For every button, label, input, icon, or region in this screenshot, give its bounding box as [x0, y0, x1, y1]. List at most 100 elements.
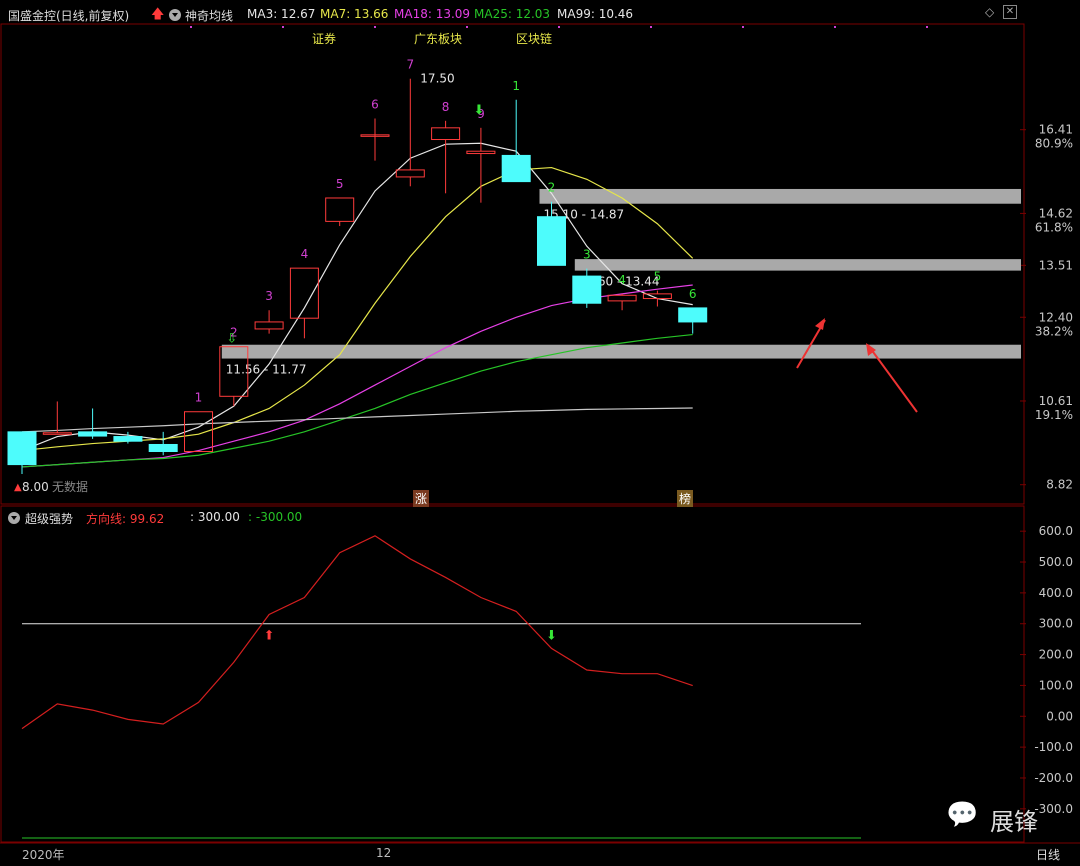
candle-body	[7, 431, 37, 466]
count-label: 6	[371, 97, 379, 111]
ma99-line	[21, 407, 693, 433]
annotation-arrowhead	[815, 318, 825, 330]
chart-window: 16.41 80.9% 14.62 61.8% 13.51 12.40 38.2% 10.61…	[0, 0, 1080, 866]
high-price-label: 17.50	[420, 72, 454, 86]
direction-line	[21, 535, 693, 730]
indicator-menu-button[interactable]	[169, 9, 181, 21]
y-axis-price-label: 16.41	[1039, 123, 1073, 137]
candle-body	[572, 275, 602, 304]
count-label: 3	[583, 248, 591, 262]
count-label: 1	[512, 79, 520, 93]
ma25-value: MA25: 12.03	[474, 7, 551, 21]
candle-body	[289, 267, 319, 319]
y-axis-percent-label: 38.2%	[1035, 324, 1073, 338]
count-label: 7	[406, 58, 414, 72]
y-axis-price-label: 10.61	[1039, 394, 1073, 408]
candle-body	[325, 197, 355, 222]
stock-title[interactable]: 国盛金控(日线,前复权)	[8, 7, 129, 24]
count-label: 4	[618, 273, 626, 287]
tag-marker-dot	[282, 26, 284, 28]
sub-y-axis-label: 500.0	[1039, 555, 1073, 569]
period-button[interactable]: 日线	[1036, 846, 1060, 863]
ma3-value: MA3: 12.67	[247, 7, 316, 21]
candle-body	[431, 127, 461, 141]
y-axis-percent-label: 19.1%	[1035, 408, 1073, 422]
bang-badge[interactable]: 榜	[677, 490, 694, 507]
tag-guangdong[interactable]: 广东板块	[414, 30, 462, 47]
count-label: 6	[689, 287, 697, 301]
candle-body	[78, 431, 108, 437]
buy-arrow-icon: ⇩	[226, 332, 237, 347]
zone-range-label: 11.56 - 11.77	[226, 363, 307, 377]
month-label: 12	[376, 846, 392, 860]
y-axis-percent-label: 61.8%	[1035, 220, 1073, 234]
tag-marker-dot	[650, 26, 652, 28]
y-axis-price-label: 13.51	[1039, 258, 1073, 272]
candle-body	[42, 432, 72, 435]
y-axis-price-label: 12.40	[1039, 310, 1073, 324]
start-price-label: 8.00	[22, 480, 49, 494]
sub-y-axis-label: 300.0	[1039, 617, 1073, 631]
tag-marker-dot	[834, 26, 836, 28]
ma99-value: MA99: 10.46	[557, 7, 634, 21]
candle-body	[678, 307, 708, 323]
sub-y-axis-label: -100.0	[1034, 740, 1073, 754]
candle-body	[395, 169, 425, 178]
tag-securities[interactable]: 证券	[312, 30, 336, 47]
tag-marker-dot	[558, 26, 560, 28]
sub-indicator-menu-button[interactable]	[8, 512, 20, 524]
count-label: 2	[548, 181, 556, 195]
sub-y-axis-label: 100.0	[1039, 678, 1073, 692]
level-high-value: : 300.00	[190, 510, 240, 524]
sub-y-axis-label: 400.0	[1039, 586, 1073, 600]
resistance-zone-bar	[539, 188, 1021, 204]
sub-panel-frame	[0, 505, 1025, 843]
count-label: 5	[336, 177, 344, 191]
sub-y-axis-label: 600.0	[1039, 524, 1073, 538]
level-low-value: : -300.00	[248, 510, 303, 524]
sub-y-axis-label: -200.0	[1034, 771, 1073, 785]
candle-body	[537, 216, 566, 266]
candle-body	[113, 436, 143, 442]
direction-up-arrow-icon: ⬆	[264, 629, 275, 644]
diamond-icon[interactable]: ◇	[985, 5, 994, 19]
sell-arrow-icon: ⬇	[473, 103, 484, 118]
sub-y-axis-label: 0.00	[1046, 709, 1073, 723]
close-icon[interactable]: ✕	[1003, 5, 1017, 19]
direction-line-value: 方向线: 99.62	[86, 512, 165, 526]
ma18-value: MA18: 13.09	[394, 7, 471, 21]
ma7-value: MA7: 13.66	[320, 7, 389, 21]
y-axis-price-label: 8.82	[1046, 478, 1073, 492]
tag-marker-dot	[742, 26, 744, 28]
candle-body	[466, 150, 496, 155]
tag-marker-dot	[926, 26, 928, 28]
no-data-label: 无数据	[52, 480, 89, 494]
resistance-zone-bar	[574, 259, 1021, 271]
watermark-text: 展锋	[990, 808, 1038, 836]
year-label: 2020年	[22, 848, 65, 862]
start-marker-icon: ▲	[14, 482, 22, 493]
count-label: 4	[301, 247, 309, 261]
count-label: 8	[442, 100, 450, 114]
y-axis-percent-label: 80.9%	[1035, 137, 1073, 151]
sub-y-axis-label: -300.0	[1034, 802, 1073, 816]
wechat-icon: 💬	[946, 800, 979, 830]
count-label: 3	[265, 289, 273, 303]
count-label: 1	[195, 391, 203, 405]
tag-marker-dot	[190, 26, 192, 28]
sub-indicator-name[interactable]: 超级强势	[25, 510, 73, 527]
sub-y-axis-label: 200.0	[1039, 648, 1073, 662]
candle-body	[148, 443, 178, 452]
direction-down-arrow-icon: ⬇	[546, 629, 557, 644]
candlestick-chart: 16.4180.9% 14.6261.8% 13.51 12.4038.2% 10.61…	[0, 23, 1080, 844]
count-label: 5	[654, 270, 662, 284]
tag-blockchain[interactable]: 区块链	[516, 30, 552, 47]
candle-body	[184, 411, 213, 453]
up-arrow-icon: 🡅	[151, 7, 165, 22]
indicator-name[interactable]: 神奇均线	[185, 7, 233, 24]
candle-body	[501, 154, 531, 183]
tag-marker-dot	[374, 26, 376, 28]
candle-body	[607, 294, 637, 302]
tag-marker-dot	[466, 26, 468, 28]
zhang-badge[interactable]: 涨	[413, 490, 430, 507]
